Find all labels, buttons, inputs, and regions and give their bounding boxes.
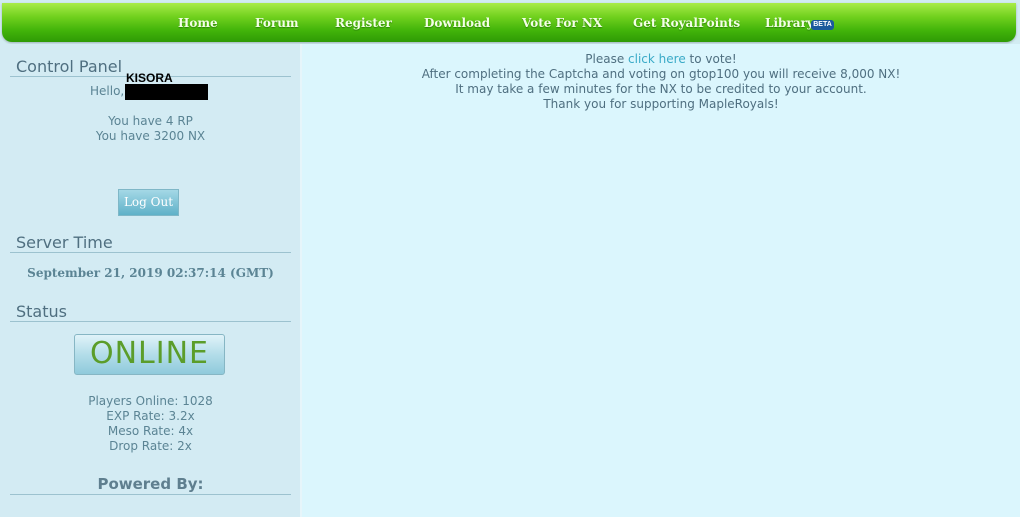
logout-button[interactable]: Log Out — [118, 189, 179, 216]
status-divider — [10, 321, 291, 322]
nav-royalpoints-link[interactable]: Get RoyalPoints — [633, 3, 740, 42]
main-content: Please click here to vote! After complet… — [302, 44, 1020, 517]
rp-balance: You have 4 RP — [108, 114, 193, 128]
exp-rate: EXP Rate: 3.2x — [106, 409, 195, 423]
status-title: Status — [16, 302, 67, 321]
redacted-username-box — [125, 84, 208, 100]
vote-thanks-text: Thank you for supporting MapleRoyals! — [543, 97, 779, 111]
nav-home-link[interactable]: Home — [178, 3, 218, 42]
control-panel-title: Control Panel — [16, 57, 123, 76]
server-time-value: September 21, 2019 02:37:14 (GMT) — [27, 266, 274, 280]
nav-vote-link[interactable]: Vote For NX — [522, 3, 602, 42]
nav-library-link[interactable]: Library — [765, 3, 814, 42]
online-status-badge: ONLINE — [74, 334, 225, 375]
nav-forum-link[interactable]: Forum — [255, 3, 299, 42]
powered-by-label: Powered By: — [97, 475, 204, 493]
top-nav-bar: Home Forum Register Download Vote For NX… — [2, 3, 1016, 42]
server-time-divider — [10, 252, 291, 253]
vote-click-here-link[interactable]: click here — [628, 52, 686, 66]
username-label: KISORA — [126, 71, 173, 85]
beta-badge: BETA — [811, 20, 834, 30]
vote-prompt: Please click here to vote! — [302, 52, 1020, 66]
powered-by-divider — [10, 494, 291, 495]
hello-text: Hello, — [90, 84, 125, 98]
vote-reward-text: After completing the Captcha and voting … — [421, 67, 901, 81]
vote-delay-text: It may take a few minutes for the NX to … — [455, 82, 867, 96]
vote-prompt-suffix: to vote! — [685, 52, 737, 66]
players-online: Players Online: 1028 — [88, 394, 213, 408]
server-time-title: Server Time — [16, 233, 113, 252]
vote-prompt-prefix: Please — [585, 52, 629, 66]
drop-rate: Drop Rate: 2x — [109, 439, 192, 453]
nav-register-link[interactable]: Register — [335, 3, 392, 42]
nav-download-link[interactable]: Download — [424, 3, 490, 42]
meso-rate: Meso Rate: 4x — [107, 424, 194, 438]
nx-balance: You have 3200 NX — [95, 129, 206, 143]
